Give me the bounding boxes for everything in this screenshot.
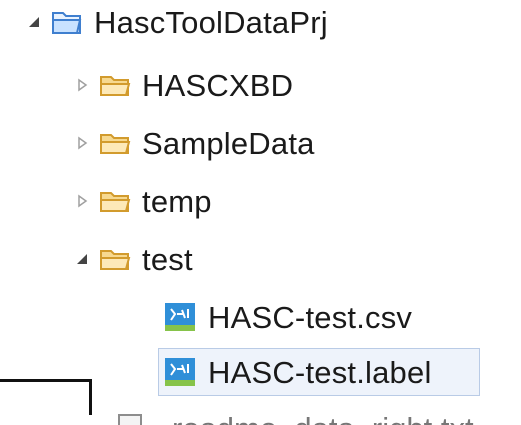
folder-icon xyxy=(98,186,132,216)
tree-item-label: SampleData xyxy=(142,125,315,161)
expand-triangle-icon[interactable] xyxy=(72,75,92,95)
folder-icon xyxy=(98,128,132,158)
tree-item-label: HASC-test.label xyxy=(208,354,432,390)
tree-item-label: HASCXBD xyxy=(142,67,294,103)
tree-item-label: readme_data_right.txt xyxy=(172,413,474,425)
tree-item-label: temp xyxy=(142,183,212,219)
tree-item-folder-sampledata[interactable]: SampleData xyxy=(72,121,315,165)
expand-triangle-icon[interactable] xyxy=(72,133,92,153)
hasc-file-icon xyxy=(162,302,198,332)
folder-icon xyxy=(98,244,132,274)
tree-item-folder-hascxbd[interactable]: HASCXBD xyxy=(72,63,293,107)
expand-triangle-icon[interactable] xyxy=(72,191,92,211)
tree-item-file-label[interactable]: HASC-test.label xyxy=(162,350,432,394)
tree-item-root[interactable]: HascToolDataPrj xyxy=(24,0,328,44)
tree-item-label: HascToolDataPrj xyxy=(94,4,328,40)
tree-item-folder-temp[interactable]: temp xyxy=(72,179,212,223)
tree-item-label: test xyxy=(142,241,193,277)
tree-item-folder-test[interactable]: test xyxy=(72,237,193,281)
folder-icon xyxy=(98,70,132,100)
hasc-file-icon xyxy=(162,357,198,387)
collapse-triangle-icon[interactable] xyxy=(72,249,92,269)
tree-item-partial[interactable]: readme_data_right.txt xyxy=(118,411,518,425)
partial-border-mark xyxy=(0,379,92,415)
project-folder-icon xyxy=(50,7,84,37)
tree-item-file-csv[interactable]: HASC-test.csv xyxy=(162,295,412,339)
tree-item-label: HASC-test.csv xyxy=(208,299,413,335)
collapse-triangle-icon[interactable] xyxy=(24,12,44,32)
text-file-icon xyxy=(118,414,142,425)
